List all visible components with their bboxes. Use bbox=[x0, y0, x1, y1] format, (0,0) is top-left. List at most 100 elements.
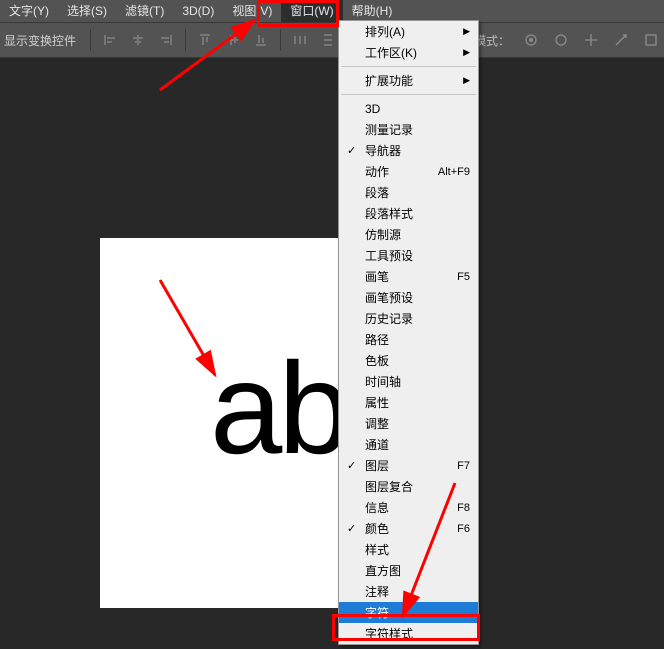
menu-shortcut: F8 bbox=[457, 502, 470, 514]
transform-controls-label: 显示变换控件 bbox=[4, 32, 76, 49]
menu-separator bbox=[341, 94, 476, 95]
canvas-text: ab bbox=[210, 333, 347, 483]
menu-dropdown-item[interactable]: 扩展功能 ▶ bbox=[339, 70, 478, 91]
align-bottom-icon bbox=[250, 29, 272, 51]
menu-dropdown-item[interactable]: 路径 bbox=[339, 329, 478, 350]
align-right-icon bbox=[155, 29, 177, 51]
menu-item-label: 段落样式 bbox=[365, 205, 413, 222]
menu-dropdown-item[interactable]: 画笔预设 bbox=[339, 287, 478, 308]
menu-item-label: 历史记录 bbox=[365, 310, 413, 327]
menu-item-label: 直方图 bbox=[365, 562, 401, 579]
menu-dropdown-item[interactable]: 直方图 bbox=[339, 560, 478, 581]
menu-dropdown-item[interactable]: 通道 bbox=[339, 434, 478, 455]
menu-item-label: 图层 bbox=[365, 457, 389, 474]
menu-dropdown-item[interactable]: 工作区(K) ▶ bbox=[339, 42, 478, 63]
menu-item-label: 画笔 bbox=[365, 268, 389, 285]
menu-item-label: 通道 bbox=[365, 436, 389, 453]
align-left-icon bbox=[99, 29, 121, 51]
menu-shortcut: Alt+F9 bbox=[438, 166, 470, 178]
menu-dropdown-item[interactable]: 仿制源 bbox=[339, 224, 478, 245]
menu-separator bbox=[341, 66, 476, 67]
menu-shortcut: F5 bbox=[457, 271, 470, 283]
menu-item[interactable]: 选择(S) bbox=[58, 0, 116, 22]
menu-dropdown-item[interactable]: 属性 bbox=[339, 392, 478, 413]
menu-dropdown-item[interactable]: 段落 bbox=[339, 182, 478, 203]
menu-dropdown-item[interactable]: ✓ 颜色 F6 bbox=[339, 518, 478, 539]
check-icon: ✓ bbox=[347, 144, 356, 157]
menu-item-label: 动作 bbox=[365, 163, 389, 180]
menu-item[interactable]: 文字(Y) bbox=[0, 0, 58, 22]
menu-item-label: 颜色 bbox=[365, 520, 389, 537]
menu-item-label: 路径 bbox=[365, 331, 389, 348]
menu-dropdown-item[interactable]: 画笔 F5 bbox=[339, 266, 478, 287]
separator bbox=[90, 29, 91, 51]
menu-item-label: 图层复合 bbox=[365, 478, 413, 495]
menu-dropdown-item[interactable]: 图层复合 bbox=[339, 476, 478, 497]
align-center-h-icon bbox=[127, 29, 149, 51]
roll-icon[interactable] bbox=[552, 31, 570, 49]
menu-dropdown-item[interactable]: 排列(A)▶ bbox=[339, 21, 478, 42]
menu-dropdown-item[interactable]: ✓ 导航器 bbox=[339, 140, 478, 161]
scale-icon[interactable] bbox=[642, 31, 660, 49]
menu-item-label: 工具预设 bbox=[365, 247, 413, 264]
window-menu-dropdown: 排列(A)▶ 工作区(K) ▶ 扩展功能 ▶ 3D 测量记录 ✓ 导航器动作 Alt+F9 段落段落… bbox=[338, 20, 479, 645]
menu-dropdown-item[interactable]: 工具预设 bbox=[339, 245, 478, 266]
menu-item-label: 字符 bbox=[365, 604, 389, 621]
menu-dropdown-item[interactable]: 色板 bbox=[339, 350, 478, 371]
menu-item[interactable]: 帮助(H) bbox=[343, 0, 402, 22]
menu-item-label: 测量记录 bbox=[365, 121, 413, 138]
menu-item-label: 色板 bbox=[365, 352, 389, 369]
menu-item[interactable]: 窗口(W) bbox=[281, 0, 342, 22]
menu-dropdown-item[interactable]: 历史记录 bbox=[339, 308, 478, 329]
menu-item-label: 扩展功能 bbox=[365, 72, 413, 89]
menu-dropdown-item[interactable]: 样式 bbox=[339, 539, 478, 560]
align-top-icon bbox=[194, 29, 216, 51]
distribute-h-icon bbox=[289, 29, 311, 51]
menu-dropdown-item[interactable]: 段落样式 bbox=[339, 203, 478, 224]
menu-item-label: 段落 bbox=[365, 184, 389, 201]
separator bbox=[280, 29, 281, 51]
menu-item-label: 仿制源 bbox=[365, 226, 401, 243]
menu-item-label: 字符样式 bbox=[365, 625, 413, 642]
check-icon: ✓ bbox=[347, 522, 356, 535]
menu-dropdown-item[interactable]: 字符样式 bbox=[339, 623, 478, 644]
menu-item-label: 信息 bbox=[365, 499, 389, 516]
menu-item-label: 时间轴 bbox=[365, 373, 401, 390]
menu-item-label: 3D bbox=[365, 102, 380, 116]
menu-bar: 文字(Y)选择(S)滤镜(T)3D(D)视图(V)窗口(W)帮助(H) bbox=[0, 0, 664, 22]
check-icon: ✓ bbox=[347, 459, 356, 472]
menu-item-label: 调整 bbox=[365, 415, 389, 432]
menu-item-label: 样式 bbox=[365, 541, 389, 558]
separator bbox=[185, 29, 186, 51]
orbit-icon[interactable] bbox=[522, 31, 540, 49]
menu-dropdown-item[interactable]: 3D bbox=[339, 98, 478, 119]
document-canvas[interactable]: ab bbox=[100, 238, 338, 608]
menu-dropdown-item[interactable]: 注释 bbox=[339, 581, 478, 602]
menu-item-label: 导航器 bbox=[365, 142, 401, 159]
menu-dropdown-item[interactable]: ✓ 图层 F7 bbox=[339, 455, 478, 476]
menu-shortcut: F6 bbox=[457, 523, 470, 535]
menu-shortcut: F7 bbox=[457, 460, 470, 472]
menu-dropdown-item[interactable]: 测量记录 bbox=[339, 119, 478, 140]
menu-dropdown-item[interactable]: 字符 bbox=[339, 602, 478, 623]
distribute-v-icon bbox=[317, 29, 339, 51]
submenu-arrow-icon: ▶ bbox=[463, 75, 470, 86]
menu-item[interactable]: 3D(D) bbox=[173, 0, 223, 22]
menu-item[interactable]: 视图(V) bbox=[223, 0, 281, 22]
menu-item-label: 画笔预设 bbox=[365, 289, 413, 306]
submenu-arrow-icon: ▶ bbox=[463, 47, 470, 58]
menu-item-label: 排列(A) bbox=[365, 23, 405, 40]
workspace: ab bbox=[0, 58, 664, 649]
slide-icon[interactable] bbox=[612, 31, 630, 49]
menu-dropdown-item[interactable]: 调整 bbox=[339, 413, 478, 434]
menu-item-label: 属性 bbox=[365, 394, 389, 411]
pan-icon[interactable] bbox=[582, 31, 600, 49]
options-bar: 显示变换控件 3D 模式： bbox=[0, 22, 664, 58]
menu-item[interactable]: 滤镜(T) bbox=[116, 0, 173, 22]
menu-dropdown-item[interactable]: 信息 F8 bbox=[339, 497, 478, 518]
menu-dropdown-item[interactable]: 动作 Alt+F9 bbox=[339, 161, 478, 182]
align-center-v-icon bbox=[222, 29, 244, 51]
menu-item-label: 工作区(K) bbox=[365, 44, 417, 61]
menu-item-label: 注释 bbox=[365, 583, 389, 600]
menu-dropdown-item[interactable]: 时间轴 bbox=[339, 371, 478, 392]
